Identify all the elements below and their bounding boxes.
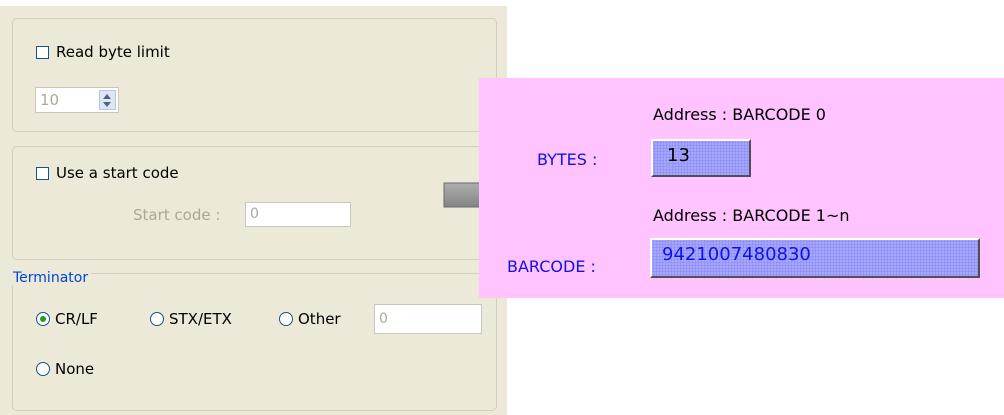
start-code-label: Use a start code	[56, 164, 179, 182]
barcode-display-panel: Address : BARCODE 0 BYTES : 13 Address :…	[479, 78, 1004, 298]
spin-down-icon[interactable]	[103, 102, 111, 107]
stage: Read byte limit 10 Use a start code Star…	[0, 0, 1004, 415]
other-terminator-input[interactable]: 0	[374, 304, 482, 334]
barcode-value-box: 9421007480830	[650, 238, 980, 278]
terminator-legend: Terminator	[10, 270, 92, 286]
spin-up-icon[interactable]	[103, 94, 111, 99]
address-barcode1n-label: Address : BARCODE 1~n	[653, 206, 850, 225]
radio-other-label: Other	[298, 310, 341, 328]
read-byte-limit-label: Read byte limit	[56, 43, 170, 61]
byte-limit-spinner[interactable]: 10	[35, 87, 119, 113]
radio-crlf-label: CR/LF	[55, 310, 98, 328]
barcode-label: BARCODE :	[507, 257, 596, 276]
byte-limit-value: 10	[40, 91, 60, 109]
radio-none-label: None	[55, 360, 95, 378]
terminator-group	[12, 273, 497, 411]
radio-none[interactable]	[36, 362, 50, 376]
read-byte-limit-group	[12, 18, 497, 132]
start-code-checkbox[interactable]	[36, 167, 49, 180]
radio-stxetx-label: STX/ETX	[169, 310, 232, 328]
spin-buttons[interactable]	[99, 90, 116, 110]
start-code-field-label: Start code :	[133, 206, 221, 224]
bytes-value: 13	[667, 145, 690, 166]
radio-selected-dot	[40, 316, 46, 322]
bytes-label: BYTES :	[537, 150, 598, 169]
barcode-value: 9421007480830	[662, 244, 811, 265]
other-terminator-value: 0	[379, 311, 388, 327]
read-byte-limit-checkbox[interactable]	[36, 46, 49, 59]
radio-other[interactable]	[279, 312, 293, 326]
start-code-value: 0	[250, 206, 259, 222]
start-code-input[interactable]: 0	[245, 202, 351, 227]
address-barcode0-label: Address : BARCODE 0	[653, 105, 826, 124]
bytes-value-box: 13	[651, 139, 751, 177]
radio-crlf[interactable]	[36, 312, 50, 326]
radio-stxetx[interactable]	[150, 312, 164, 326]
settings-panel: Read byte limit 10 Use a start code Star…	[0, 6, 507, 415]
